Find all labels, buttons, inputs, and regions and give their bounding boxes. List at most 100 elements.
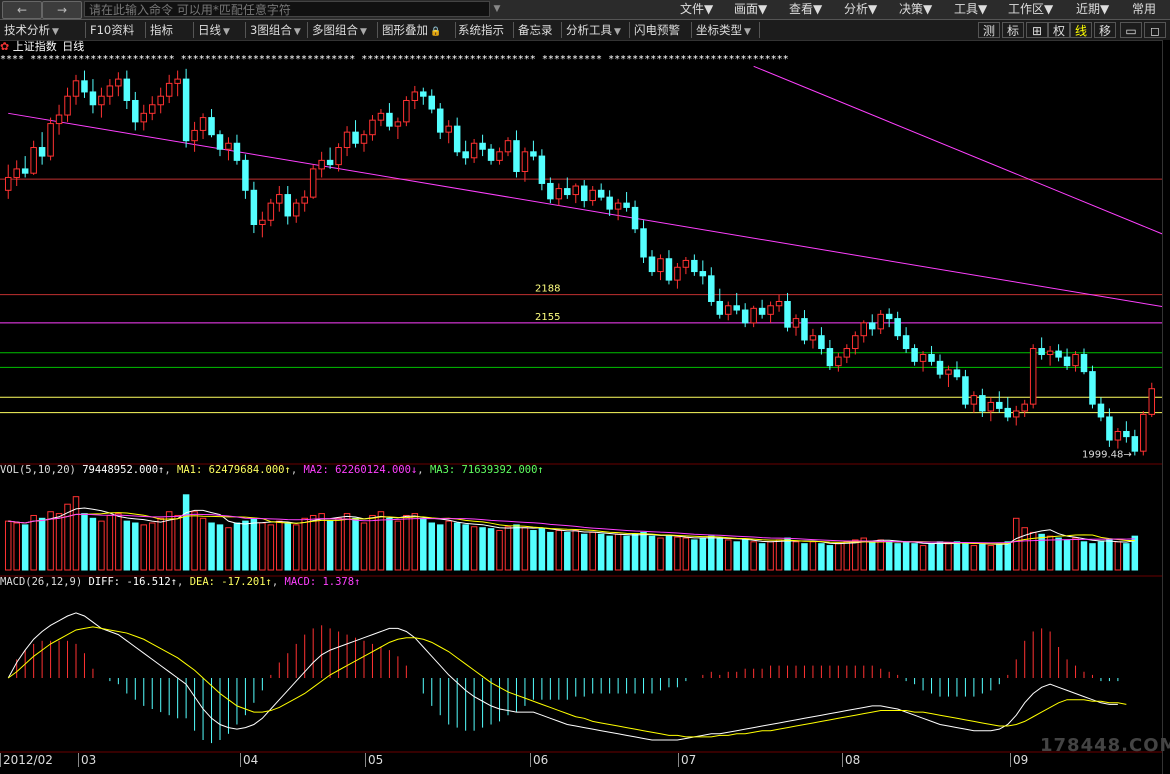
tool-label: 技术分析 (4, 23, 50, 37)
candle-body (140, 112, 148, 123)
volume-bar (267, 524, 275, 571)
candle-body (1080, 354, 1088, 373)
volume-bar (123, 520, 131, 571)
volume-bar (301, 517, 308, 571)
candle-body (411, 91, 419, 101)
date-axis-label: 2012/02 (0, 753, 53, 767)
maximize-icon[interactable]: ◻ (1144, 22, 1166, 38)
tool-line[interactable]: 线 (1070, 22, 1092, 38)
candle-body (55, 114, 63, 125)
volume-bar (1021, 527, 1028, 571)
menu-decision[interactable]: 决策▼ (899, 0, 932, 19)
candle-body (343, 131, 351, 149)
volume-bar (826, 545, 834, 571)
tool-measure[interactable]: 测 (978, 22, 1000, 38)
candle-body (487, 148, 495, 161)
volume-bar (868, 541, 876, 571)
candle-body (4, 176, 12, 191)
candle-body (1029, 348, 1037, 405)
candle-body (360, 134, 368, 144)
volume-bar (292, 524, 300, 571)
tool-3-chart-combo[interactable]: 3图组合 ▼ (248, 22, 308, 38)
tool-mark[interactable]: 标 (1002, 22, 1024, 38)
candle-body (182, 78, 190, 142)
tool-label: 分析工具 (566, 23, 612, 37)
candle-body (631, 206, 639, 230)
tool-flash-alert[interactable]: 闪电预警 (632, 22, 692, 38)
menu-view[interactable]: 查看▼ (789, 0, 822, 19)
volume-bar (276, 520, 283, 571)
volume-bar (420, 517, 427, 571)
volume-bar (1097, 541, 1105, 571)
volume-bar (775, 539, 783, 571)
tool-memo[interactable]: 备忘录 (516, 22, 562, 38)
candle-body (691, 259, 698, 273)
volume-bar (953, 541, 961, 571)
volume-bar (4, 520, 12, 571)
candle-body (1148, 388, 1156, 415)
candle-body (902, 335, 910, 350)
candle-body (962, 376, 969, 405)
tool-indicator[interactable]: 指标 (148, 22, 194, 38)
tool-label: 指标 (150, 23, 173, 37)
candle-body (386, 112, 393, 127)
command-input[interactable]: 请在此输入命令 可以用*匹配任意字符 (84, 1, 490, 17)
gear-icon[interactable]: ✿ (0, 40, 9, 53)
candle-body (750, 307, 757, 324)
grid-icon[interactable]: ⊞ (1026, 22, 1048, 38)
tool-move[interactable]: 移 (1094, 22, 1116, 38)
volume-bar (741, 539, 749, 571)
volume-bar (174, 514, 181, 571)
candle-body (115, 78, 122, 87)
macd-diff: DIFF: -16.512↑ (88, 576, 178, 588)
volume-bar (911, 543, 918, 571)
volume-bar (284, 522, 292, 571)
candle-body (38, 147, 46, 157)
tool-multi-chart-combo[interactable]: 多图组合 ▼ (310, 22, 378, 38)
tool-tech-analysis[interactable]: 技术分析 ▼ (2, 22, 86, 38)
menu-screen[interactable]: 画面▼ (734, 0, 767, 19)
volume-bar (674, 536, 681, 571)
tool-axis-type[interactable]: 坐标类型 ▼ (694, 22, 760, 38)
period-label: 日线 (62, 40, 85, 53)
candle-body (208, 117, 215, 136)
menu-tools[interactable]: 工具▼ (954, 0, 987, 19)
candle-body (928, 354, 935, 362)
tool-period-daily[interactable]: 日线 ▼ (196, 22, 246, 38)
tool-label: 日线 (198, 23, 221, 37)
candle-body (877, 313, 884, 330)
command-dropdown-icon[interactable]: ▼ (491, 1, 503, 17)
tool-analysis-tools[interactable]: 分析工具 ▼ (564, 22, 630, 38)
chart-area[interactable]: 2188 2155 1999.48→ (0, 40, 1162, 774)
volume-bar (1080, 541, 1088, 571)
tool-overlay[interactable]: 图形叠加 🔒 (380, 22, 456, 38)
candle-body (945, 369, 952, 375)
volume-bar (30, 514, 37, 571)
volume-bar (182, 494, 190, 571)
candle-body (267, 202, 275, 221)
title-bar: ← → 请在此输入命令 可以用*匹配任意字符 ▼ 文件▼ 画面▼ 查看▼ 分析▼… (0, 0, 1170, 20)
menu-analysis[interactable]: 分析▼ (844, 0, 877, 19)
candle-body (530, 151, 537, 157)
candle-body (174, 78, 181, 84)
volume-bar (225, 527, 232, 571)
candle-body (1131, 436, 1139, 452)
tool-system-signal[interactable]: 系统指示 (456, 22, 514, 38)
tool-rights[interactable]: 权 (1048, 22, 1070, 38)
tool-f10[interactable]: F10资料 (88, 22, 146, 38)
tool-label: 坐标类型 (696, 23, 742, 37)
macd-name: MACD(26,12,9) (0, 576, 83, 588)
menu-file[interactable]: 文件▼ (680, 0, 713, 19)
vol-ma1: MA1: 62479684.000↑ (177, 464, 291, 476)
menu-workspace[interactable]: 工作区▼ (1008, 0, 1053, 19)
forward-button[interactable]: → (42, 1, 82, 19)
menu-recent[interactable]: 近期▼ (1076, 0, 1109, 19)
candle-body (106, 85, 114, 97)
back-button[interactable]: ← (2, 1, 42, 19)
menu-common[interactable]: 常用 (1132, 0, 1156, 19)
volume-bar (894, 543, 901, 571)
volume-bar (555, 530, 563, 571)
volume-bar (564, 531, 571, 571)
volume-bar (513, 524, 520, 571)
window-icon[interactable]: ▭ (1120, 22, 1142, 38)
